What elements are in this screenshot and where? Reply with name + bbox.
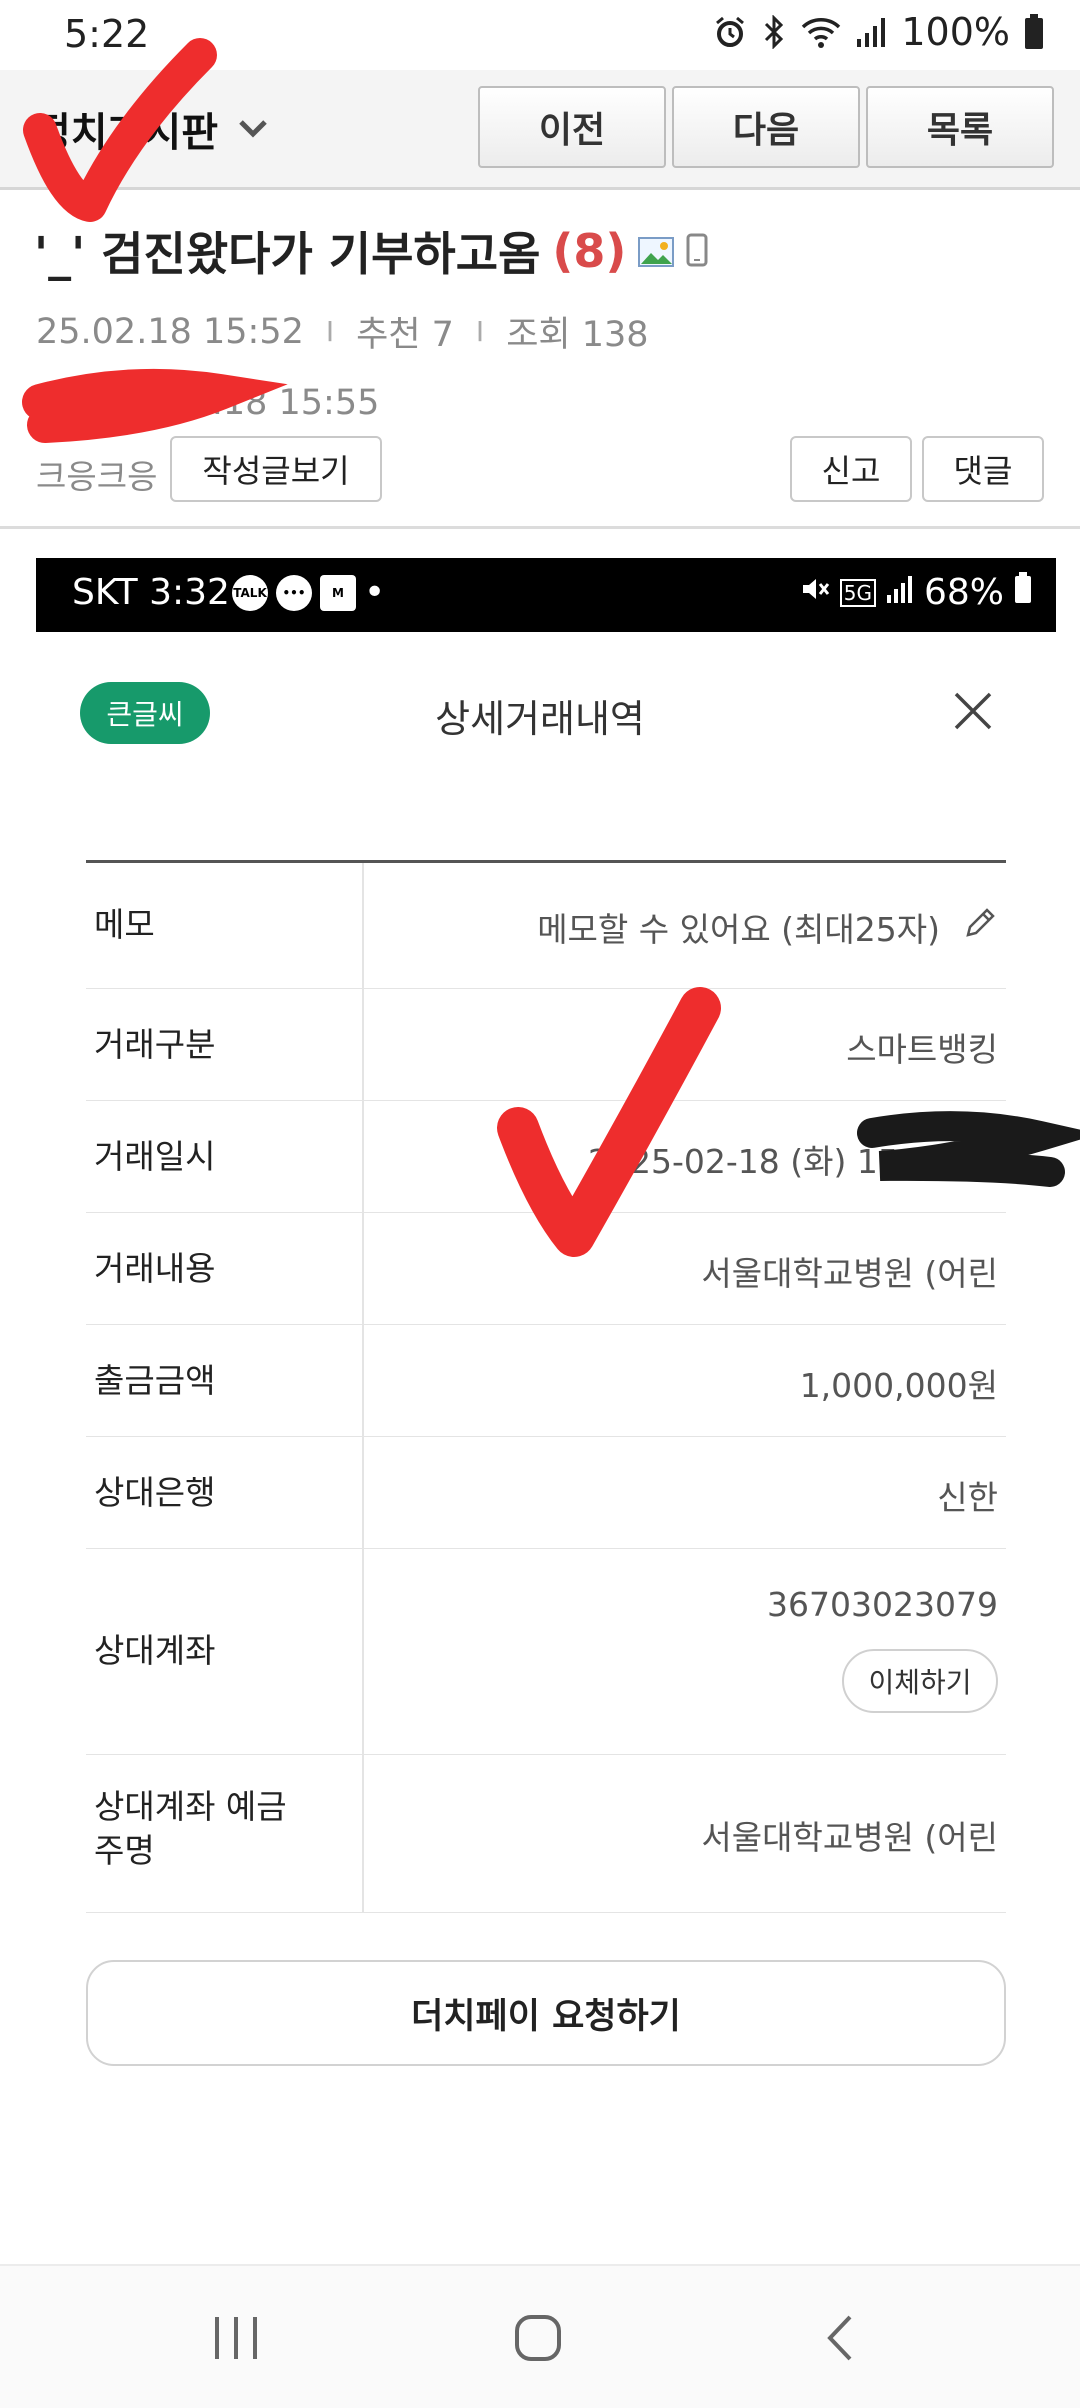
dot-icon: • (364, 572, 386, 613)
mstock-icon: M (320, 574, 356, 611)
author-name[interactable]: 크응크응 (36, 450, 157, 498)
row-label: 상대계좌 예금주명 (94, 1787, 287, 1870)
kakaotalk-icon: TALK (232, 574, 268, 611)
row-label: 상대은행 (94, 1473, 216, 1512)
author-row: 크응크응 작성글보기 신고 댓글 (36, 436, 1044, 502)
embedded-notification-icons: TALK ••• M • (232, 572, 385, 613)
post-modified: 수정 25.02.18 15:55 (36, 383, 380, 423)
row-value: 스마트뱅킹 (846, 1030, 998, 1069)
divider (0, 526, 1080, 529)
column-divider (362, 863, 364, 988)
meta-separator: I (475, 315, 485, 348)
row-label: 거래내용 (94, 1249, 216, 1288)
detail-row-content: 거래내용 서울대학교병원 (어린 (86, 1213, 1006, 1325)
signal-icon (886, 572, 914, 613)
column-divider (362, 1325, 364, 1436)
row-label: 상대계좌 (94, 1631, 216, 1670)
home-icon (515, 2315, 561, 2361)
post-title: '_' 검진왔다가 기부하고옴 (34, 227, 541, 281)
mobile-icon (686, 224, 708, 278)
dutch-pay-button[interactable]: 더치페이 요청하기 (86, 1960, 1006, 2066)
post-title-row: '_' 검진왔다가 기부하고옴 (8) (34, 218, 708, 284)
signal-icon (855, 15, 887, 49)
detail-row-type: 거래구분 스마트뱅킹 (86, 989, 1006, 1101)
battery-percent: 100% (901, 10, 1010, 54)
row-value: 1,000,000원 (799, 1366, 998, 1405)
embedded-system-icons: 5G 68% (800, 572, 1032, 613)
mute-icon (800, 572, 830, 613)
board-header: 정치게시판 이전 다음 목록 (0, 70, 1080, 190)
image-attachment-icon (638, 224, 675, 278)
memo-field[interactable]: 메모할 수 있어요 (최대25자) (537, 903, 998, 951)
board-selector[interactable]: 정치게시판 (34, 100, 268, 158)
board-name: 정치게시판 (34, 110, 218, 156)
column-divider (362, 1549, 364, 1754)
transfer-button[interactable]: 이체하기 (842, 1649, 998, 1713)
embedded-status-bar: SKT 3:32 TALK ••• M • 5G 68% (36, 558, 1056, 632)
close-icon[interactable] (948, 686, 998, 736)
column-divider (362, 1437, 364, 1548)
recent-apps-icon (215, 2317, 257, 2359)
post-recommend: 추천 7 (356, 315, 454, 355)
detail-row-bank: 상대은행 신한 (86, 1437, 1006, 1549)
column-divider (362, 1101, 364, 1212)
wifi-icon (801, 15, 841, 49)
post-views: 조회 138 (506, 315, 649, 355)
network-type: 5G (839, 578, 876, 607)
row-label: 출금금액 (94, 1361, 216, 1400)
row-label: 거래구분 (94, 1025, 216, 1064)
detail-row-datetime: 거래일시 2025-02-18 (화) 15: (86, 1101, 1006, 1213)
row-label: 메모 (94, 905, 155, 944)
author-posts-button[interactable]: 작성글보기 (170, 436, 382, 502)
status-time: 5:22 (64, 12, 150, 56)
row-value: 서울대학교병원 (어린 (701, 1254, 998, 1293)
detail-row-memo: 메모 메모할 수 있어요 (최대25자) (86, 863, 1006, 989)
post-meta: 25.02.18 15:52 I 추천 7 I 조회 138 (36, 306, 649, 357)
row-value: 36703023079 (767, 1585, 998, 1624)
row-value: 신한 (937, 1478, 998, 1517)
detail-row-account: 상대계좌 36703023079 이체하기 (86, 1549, 1006, 1755)
column-divider (362, 989, 364, 1100)
embedded-battery-percent: 68% (923, 572, 1004, 613)
back-icon (827, 2315, 852, 2361)
column-divider (362, 1755, 364, 1912)
post-date: 25.02.18 15:52 (36, 311, 304, 352)
row-value: 서울대학교병원 (어린 (701, 1818, 998, 1857)
report-button[interactable]: 신고 (790, 436, 912, 502)
recent-apps-button[interactable] (196, 2308, 276, 2368)
list-button[interactable]: 목록 (866, 86, 1054, 168)
meta-separator: I (325, 315, 335, 348)
transaction-detail-table: 메모 메모할 수 있어요 (최대25자) 거래구분 스마트뱅킹 거래일시 202… (86, 860, 1006, 1913)
memo-placeholder: 메모할 수 있어요 (최대25자) (537, 910, 940, 949)
detail-row-holder: 상대계좌 예금주명 서울대학교병원 (어린 (86, 1755, 1006, 1913)
embedded-carrier-time: SKT 3:32 (72, 572, 230, 613)
battery-icon (1014, 572, 1032, 613)
sheet-title: 상세거래내역 (435, 697, 645, 741)
chat-icon: ••• (276, 574, 312, 611)
comment-button[interactable]: 댓글 (922, 436, 1044, 502)
row-value: 2025-02-18 (화) 15: (588, 1142, 910, 1181)
status-bar: 5:22 100% (0, 0, 1080, 70)
prev-post-button[interactable]: 이전 (478, 86, 666, 168)
comment-count[interactable]: (8) (552, 224, 626, 278)
home-button[interactable] (498, 2308, 578, 2368)
row-label: 거래일시 (94, 1137, 216, 1176)
battery-icon (1024, 14, 1044, 50)
chevron-down-icon (238, 118, 268, 140)
detail-row-amount: 출금금액 1,000,000원 (86, 1325, 1006, 1437)
alarm-icon (713, 15, 747, 49)
bluetooth-icon (761, 15, 787, 49)
android-nav-bar (0, 2264, 1080, 2408)
column-divider (362, 1213, 364, 1324)
status-icons: 100% (713, 10, 1044, 54)
next-post-button[interactable]: 다음 (672, 86, 860, 168)
back-button[interactable] (800, 2308, 880, 2368)
pencil-icon[interactable] (962, 905, 998, 949)
